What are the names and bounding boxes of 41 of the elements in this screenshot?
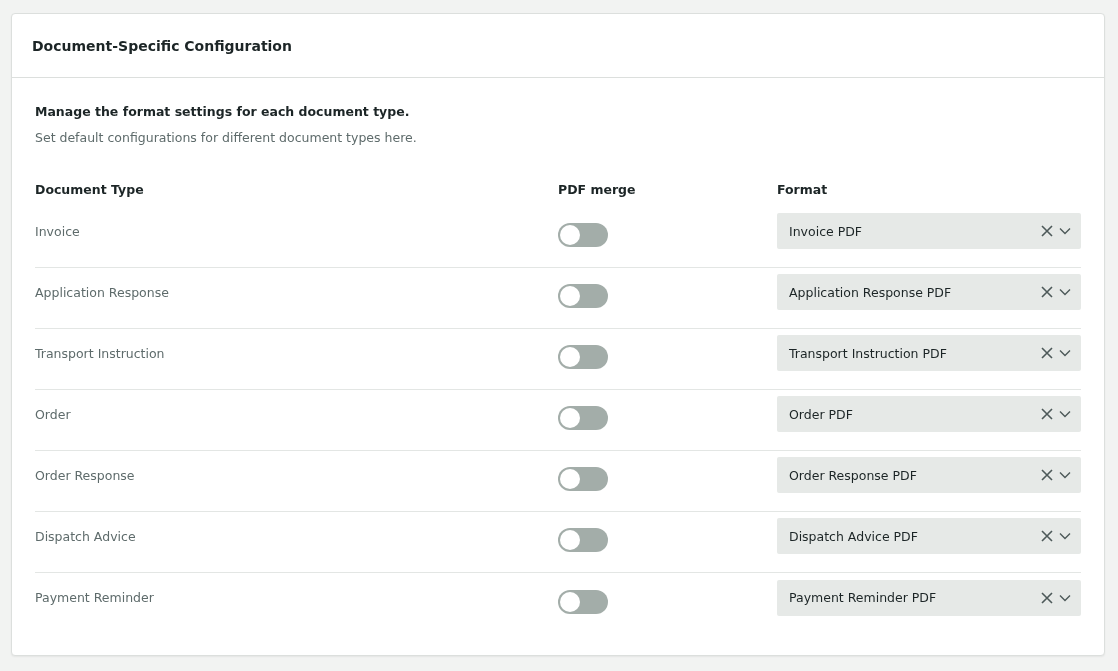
section-description: Set default configurations for different document types here. (35, 130, 418, 145)
format-select[interactable]: Order PDF (777, 396, 1081, 432)
clear-icon[interactable] (1041, 225, 1053, 237)
pdf-merge-toggle[interactable] (558, 589, 608, 614)
format-select[interactable]: Order Response PDF (777, 457, 1081, 493)
document-type-text: Dispatch Advice (35, 528, 136, 544)
card-title: Document-Specific Configuration (32, 37, 292, 54)
document-type-text: Application Response (35, 284, 169, 300)
pdf-merge-toggle[interactable] (558, 406, 608, 430)
clear-icon[interactable] (1041, 347, 1053, 359)
column-header: PDF merge (558, 182, 636, 197)
pdf-merge-toggle[interactable] (558, 345, 608, 369)
column-header: Document Type (35, 182, 144, 197)
format-select[interactable]: Invoice PDF (777, 213, 1081, 249)
document-type-text: Order Response (35, 467, 135, 483)
pdf-merge-toggle[interactable] (558, 467, 608, 491)
clear-icon[interactable] (1041, 286, 1053, 298)
document-type-text: Order (35, 406, 71, 422)
chevron-down-icon[interactable] (1059, 593, 1071, 602)
chevron-down-icon[interactable] (1059, 349, 1071, 357)
chevron-down-icon[interactable] (1059, 288, 1071, 296)
format-select[interactable]: Payment Reminder PDF (777, 579, 1081, 616)
chevron-down-icon[interactable] (1059, 410, 1071, 418)
pdf-merge-toggle[interactable] (558, 284, 608, 308)
clear-icon[interactable] (1041, 530, 1053, 542)
pdf-merge-toggle[interactable] (558, 223, 608, 247)
column-header: Format (777, 182, 828, 197)
format-select[interactable]: Transport Instruction PDF (777, 335, 1081, 371)
format-select[interactable]: Application Response PDF (777, 274, 1081, 310)
document-type-text: Transport Instruction (35, 345, 165, 361)
section-heading: Manage the format settings for each document type. (35, 104, 411, 119)
pdf-merge-toggle[interactable] (558, 528, 608, 552)
document-type-text: Invoice (35, 223, 80, 239)
chevron-down-icon[interactable] (1059, 532, 1071, 540)
clear-icon[interactable] (1041, 591, 1053, 604)
chevron-down-icon[interactable] (1059, 227, 1071, 235)
clear-icon[interactable] (1041, 469, 1053, 481)
clear-icon[interactable] (1041, 408, 1053, 420)
document-type-text: Payment Reminder (35, 590, 154, 605)
format-select[interactable]: Dispatch Advice PDF (777, 518, 1081, 554)
chevron-down-icon[interactable] (1059, 471, 1071, 479)
